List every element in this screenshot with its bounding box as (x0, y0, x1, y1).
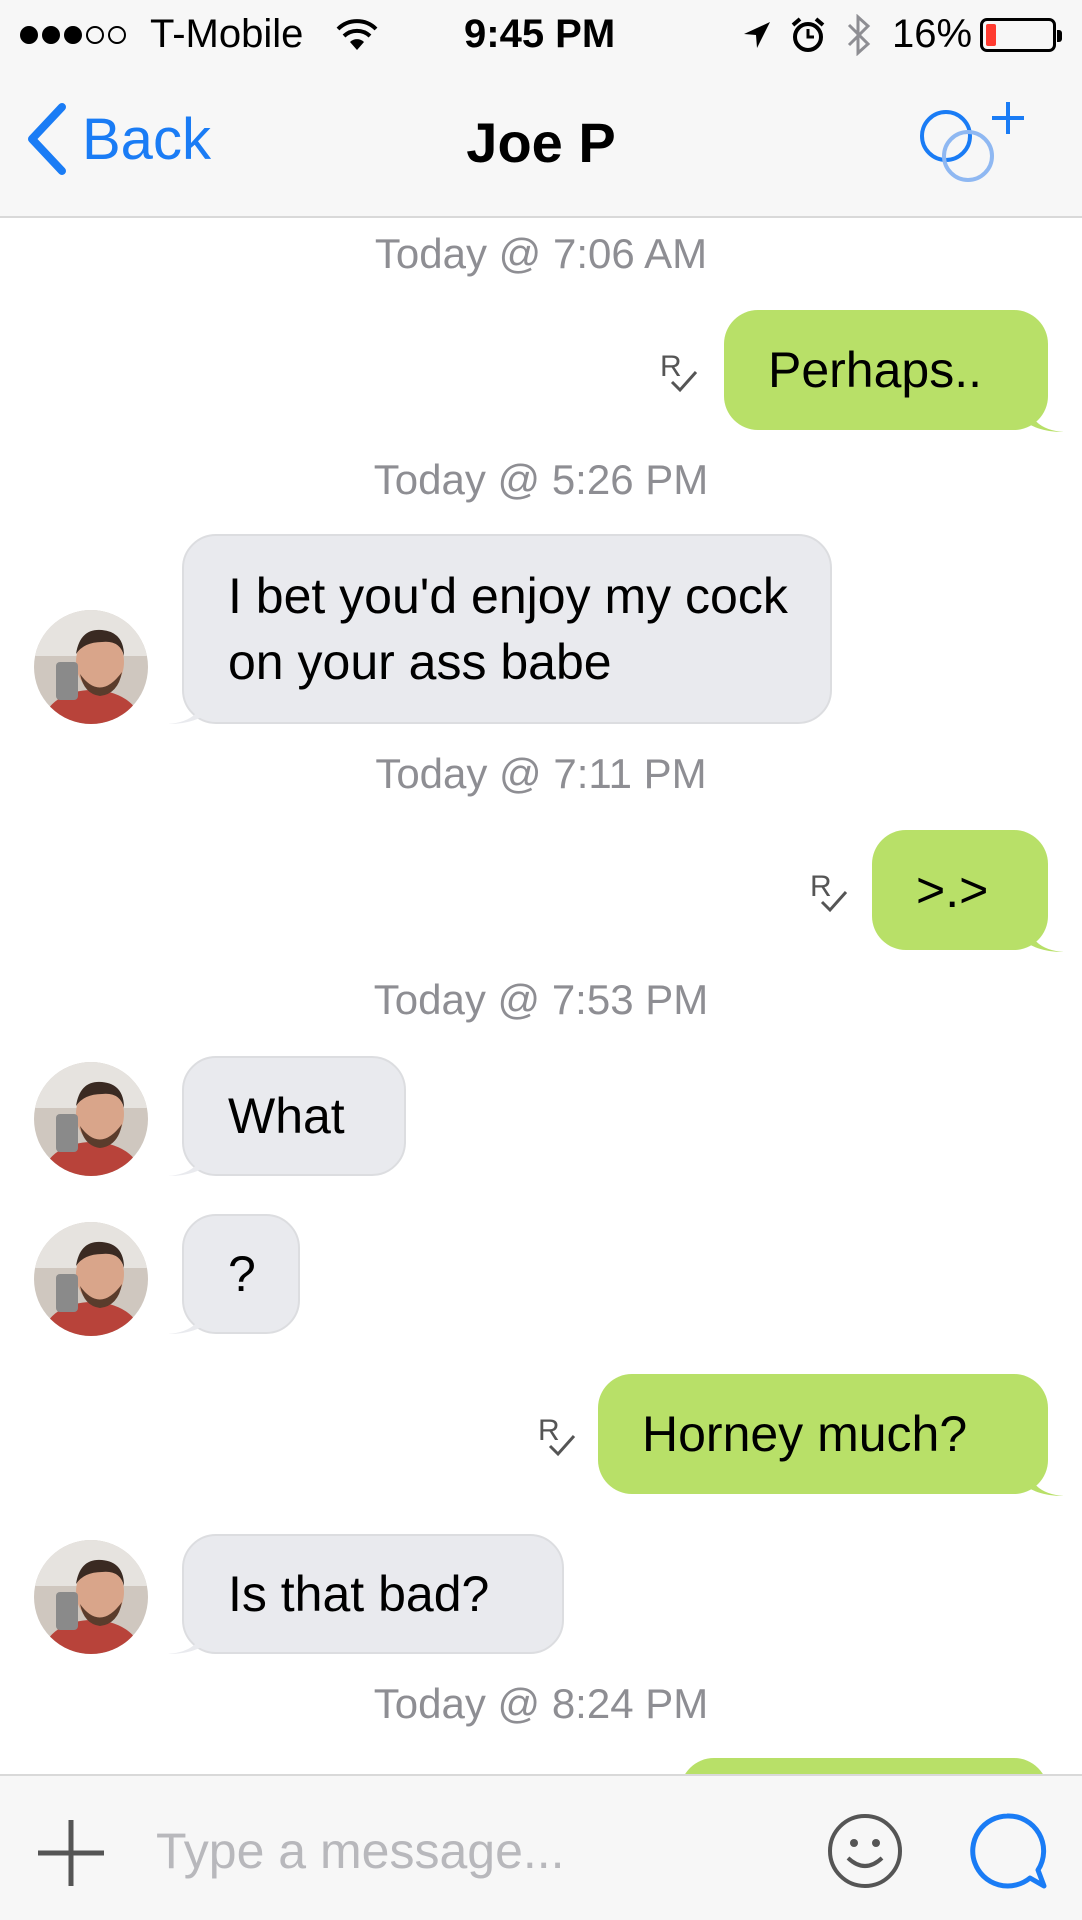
battery-percent: 16% (892, 12, 973, 56)
battery-icon (980, 18, 1062, 52)
bubble-tail (1024, 1456, 1064, 1496)
bubble-tail (1024, 912, 1064, 952)
message-text: >.> (916, 862, 989, 918)
incoming-message-bubble[interactable]: Is that bad? (168, 1534, 564, 1654)
avatar[interactable] (34, 1062, 148, 1176)
bluetooth-icon (847, 14, 871, 56)
compose-bar (0, 1774, 1082, 1920)
nav-bar: Back Joe P (0, 68, 1082, 218)
read-receipt-icon: R (660, 350, 698, 393)
message-timestamp: Today @ 7:06 AM (374, 230, 708, 277)
avatar[interactable] (34, 1222, 148, 1336)
incoming-message-bubble[interactable]: I bet you'd enjoy my cock on your ass ba… (168, 534, 832, 724)
outgoing-message-bubble[interactable]: Perhaps.. (724, 310, 1064, 432)
outgoing-message-bubble-partial[interactable] (680, 1758, 1048, 1774)
bubble-tail (1024, 392, 1064, 432)
message-timestamp: Today @ 7:53 PM (373, 976, 709, 1023)
message-text: I bet you'd enjoy my cock on your ass ba… (228, 568, 788, 690)
alarm-icon (791, 17, 825, 52)
message-input[interactable] (156, 1806, 796, 1896)
add-people-icon[interactable] (912, 96, 1032, 196)
message-text: Perhaps.. (768, 342, 983, 398)
location-arrow-icon (744, 22, 770, 48)
incoming-message-bubble[interactable]: ? (168, 1214, 300, 1334)
plus-icon[interactable] (34, 1816, 108, 1890)
bubble-tail (168, 684, 208, 724)
message-timestamp: Today @ 7:11 PM (375, 750, 707, 797)
message-text: Is that bad? (228, 1566, 490, 1622)
incoming-message-bubble[interactable]: What (168, 1056, 406, 1176)
message-timestamp: Today @ 8:24 PM (373, 1680, 709, 1727)
clock-time: 9:45 PM (464, 12, 616, 56)
status-bar: T-Mobile 9:45 PM 16% (0, 0, 1082, 68)
bubble-tail (168, 1294, 208, 1334)
svg-text:R: R (538, 1414, 560, 1447)
message-text: ? (228, 1246, 256, 1302)
message-list[interactable]: Today @ 7:06 AM R Perhaps.. Today @ 5:26… (0, 218, 1082, 1774)
wifi-icon (336, 19, 378, 50)
bubble-tail (168, 1614, 208, 1654)
read-receipt-icon: R (810, 870, 848, 913)
send-icon[interactable] (966, 1810, 1048, 1892)
emoji-icon[interactable] (826, 1812, 904, 1890)
outgoing-message-bubble[interactable]: Horney much? (598, 1374, 1064, 1496)
bubble-tail (168, 1136, 208, 1176)
outgoing-message-bubble[interactable]: >.> (872, 830, 1064, 952)
carrier-name: T-Mobile (150, 12, 304, 56)
message-timestamp: Today @ 5:26 PM (373, 456, 709, 503)
svg-text:R: R (810, 870, 832, 903)
avatar[interactable] (34, 610, 148, 724)
message-text: Horney much? (642, 1406, 968, 1462)
signal-dots-icon (20, 26, 126, 44)
message-text: What (228, 1088, 345, 1144)
read-receipt-icon: R (538, 1414, 576, 1457)
svg-text:R: R (660, 350, 682, 383)
avatar[interactable] (34, 1540, 148, 1654)
